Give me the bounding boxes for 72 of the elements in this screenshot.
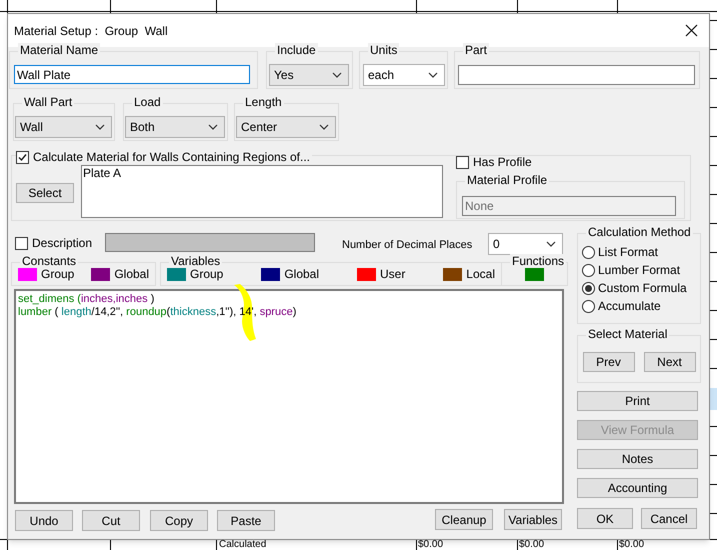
dropdown-value: each	[368, 67, 394, 84]
field-label: Number of Decimal Places	[342, 238, 472, 253]
dropdown[interactable]: Wall	[15, 116, 112, 138]
button[interactable]: Undo	[15, 510, 73, 531]
table-cell: $0.00	[519, 540, 544, 550]
group-label: Constants	[20, 254, 78, 268]
dropdown-value: Both	[130, 119, 155, 136]
legend-label: Global	[284, 266, 320, 283]
table-cell: $0.00	[619, 540, 644, 550]
radio-button[interactable]	[582, 264, 595, 276]
button[interactable]: Print	[577, 391, 698, 411]
button[interactable]: Accounting	[577, 478, 698, 498]
selected-cell	[710, 388, 717, 410]
legend-label: Global	[114, 266, 149, 283]
text-field[interactable]: Wall Plate	[14, 65, 250, 84]
group-label: Variables	[169, 254, 222, 268]
legend-label: Local	[466, 266, 495, 283]
button[interactable]: OK	[577, 508, 633, 529]
window-title: Material Setup : Group Wall	[14, 22, 168, 40]
button[interactable]: Cleanup	[435, 509, 493, 530]
group-label: Calculation Method	[586, 225, 693, 239]
radio-label: List Format	[598, 244, 658, 260]
dropdown-value: 0	[493, 236, 500, 253]
table-cell: Calculated	[219, 540, 266, 550]
button[interactable]: Cut	[82, 510, 140, 531]
button[interactable]: Select	[16, 183, 74, 203]
group-label: Include	[275, 43, 318, 57]
dropdown[interactable]: 0	[488, 233, 563, 255]
legend-label: User	[380, 266, 406, 283]
group-label: Material Name	[18, 43, 100, 57]
button[interactable]: Copy	[150, 510, 208, 531]
button[interactable]: Cancel	[641, 508, 697, 529]
group-label: Functions	[510, 254, 566, 268]
group-label: Units	[368, 43, 400, 57]
button[interactable]: Prev	[582, 352, 634, 372]
checkbox-label: Calculate Material for Walls Containing Regions of...	[33, 149, 310, 166]
dropdown-value: Center	[241, 119, 278, 136]
legend-label: Group	[190, 266, 224, 283]
text-field[interactable]	[458, 65, 695, 85]
dropdown-value: Yes	[274, 67, 294, 84]
description-field[interactable]	[105, 233, 315, 252]
checkbox-label: Has Profile	[473, 155, 532, 169]
button[interactable]: Variables	[504, 509, 562, 530]
legend-label: Group	[41, 266, 74, 283]
button[interactable]: Paste	[217, 510, 275, 531]
list-item[interactable]: Plate A	[83, 166, 441, 180]
dropdown[interactable]: Yes	[269, 64, 349, 86]
checkbox[interactable]	[16, 150, 29, 164]
code-line: set_dimens (inches,inches )	[18, 293, 156, 306]
close-icon	[684, 24, 698, 37]
group-label: Length	[243, 95, 284, 109]
button[interactable]: Notes	[577, 449, 698, 469]
dropdown[interactable]: Both	[125, 116, 225, 138]
dropdown[interactable]: each	[363, 64, 445, 86]
button[interactable]: Next	[644, 352, 696, 372]
dropdown-value: Wall	[20, 119, 43, 136]
group-label: Load	[132, 95, 163, 109]
radio-label: Lumber Format	[598, 262, 680, 278]
group-label: Part	[463, 43, 490, 57]
radio-button[interactable]	[582, 300, 595, 312]
dropdown[interactable]: Center	[236, 116, 336, 138]
radio-button[interactable]	[582, 246, 595, 258]
group-label: Material Profile	[465, 173, 550, 187]
radio-button[interactable]	[582, 282, 595, 294]
checkbox[interactable]	[456, 156, 469, 168]
group-label: Select Material	[586, 327, 670, 341]
table-cell: $0.00	[418, 540, 444, 550]
group-label: Wall Part	[22, 95, 74, 109]
checkbox-label: Description	[32, 235, 92, 252]
radio-label: Custom Formula	[598, 280, 687, 296]
radio-label: Accumulate	[598, 298, 661, 314]
checkbox[interactable]	[15, 236, 28, 250]
